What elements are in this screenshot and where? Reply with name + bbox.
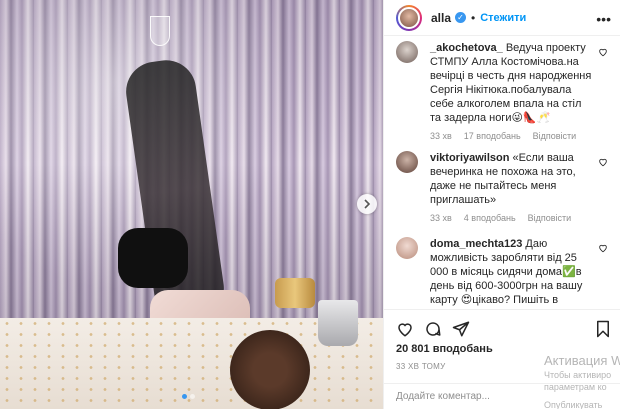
- avatar[interactable]: [396, 151, 418, 173]
- post-actions: [384, 309, 620, 345]
- comment-username[interactable]: _akochetova_: [430, 42, 503, 54]
- comment: doma_mechta123 Даю можливість заробляти …: [396, 237, 608, 309]
- post-photo[interactable]: [0, 0, 383, 409]
- comment-likes[interactable]: 4 вподобань: [464, 213, 516, 223]
- more-options-icon[interactable]: •••: [596, 11, 611, 27]
- avatar[interactable]: [396, 4, 422, 31]
- post-panel: alla ✓ • Стежити ••• _akochetova_ Ведуча…: [383, 0, 620, 409]
- comment-likes[interactable]: 17 вподобань: [464, 131, 521, 141]
- post-time: 33 ХВ ТОМУ: [396, 362, 446, 371]
- next-photo-button[interactable]: [357, 194, 377, 214]
- avatar[interactable]: [396, 41, 418, 63]
- comment: viktoriyawilson «Если ваша вечеринка не …: [396, 151, 608, 223]
- comment-time: 33 хв: [430, 213, 452, 223]
- follow-button[interactable]: Стежити: [480, 12, 526, 24]
- comment-body: doma_mechta123 Даю можливість заробляти …: [430, 237, 592, 309]
- comment-text: Ведуча проекту СТМПУ Алла Костомічова.на…: [430, 42, 592, 124]
- comment-meta: 33 хв 4 вподобань Відповісти: [430, 213, 608, 223]
- watermark-title: Активация W: [544, 353, 620, 368]
- share-icon[interactable]: [452, 320, 470, 338]
- verified-badge-icon: ✓: [455, 12, 467, 23]
- avatar[interactable]: [396, 237, 418, 259]
- black-dress: [118, 228, 188, 288]
- likes-count[interactable]: 20 801 вподобань: [396, 343, 493, 355]
- heart-icon[interactable]: [598, 243, 608, 253]
- comment-username[interactable]: doma_mechta123: [430, 238, 522, 250]
- comment-time: 33 хв: [430, 131, 452, 141]
- heart-icon[interactable]: [598, 47, 608, 57]
- reply-button[interactable]: Відповісти: [528, 213, 572, 223]
- comment-icon[interactable]: [424, 320, 442, 338]
- carousel-dots: [182, 394, 195, 399]
- comment-meta: 33 хв 17 вподобань Відповісти: [430, 131, 608, 141]
- separator: •: [471, 10, 476, 25]
- hair: [230, 330, 310, 409]
- bottles: [275, 278, 315, 308]
- comment-input[interactable]: Додайте коментар...: [384, 383, 620, 409]
- carousel-dot: [190, 394, 195, 399]
- comment-username[interactable]: viktoriyawilson: [430, 152, 509, 164]
- comment-body: viktoriyawilson «Если ваша вечеринка не …: [430, 151, 592, 207]
- heart-icon[interactable]: [598, 157, 608, 167]
- reply-button[interactable]: Відповісти: [533, 131, 577, 141]
- bookmark-icon[interactable]: [595, 320, 611, 338]
- ice-bucket: [318, 300, 358, 346]
- champagne-glass: [150, 16, 170, 46]
- comment: _akochetova_ Ведуча проекту СТМПУ Алла К…: [396, 41, 608, 141]
- heart-icon[interactable]: [396, 320, 414, 338]
- chevron-right-icon: [364, 199, 371, 209]
- username[interactable]: alla: [431, 11, 451, 25]
- post-header: alla ✓ • Стежити •••: [384, 0, 620, 36]
- watermark-line: Чтобы активиро: [544, 370, 612, 380]
- comments-list[interactable]: _akochetova_ Ведуча проекту СТМПУ Алла К…: [384, 37, 620, 309]
- carousel-dot-active: [182, 394, 187, 399]
- comment-body: _akochetova_ Ведуча проекту СТМПУ Алла К…: [430, 41, 592, 125]
